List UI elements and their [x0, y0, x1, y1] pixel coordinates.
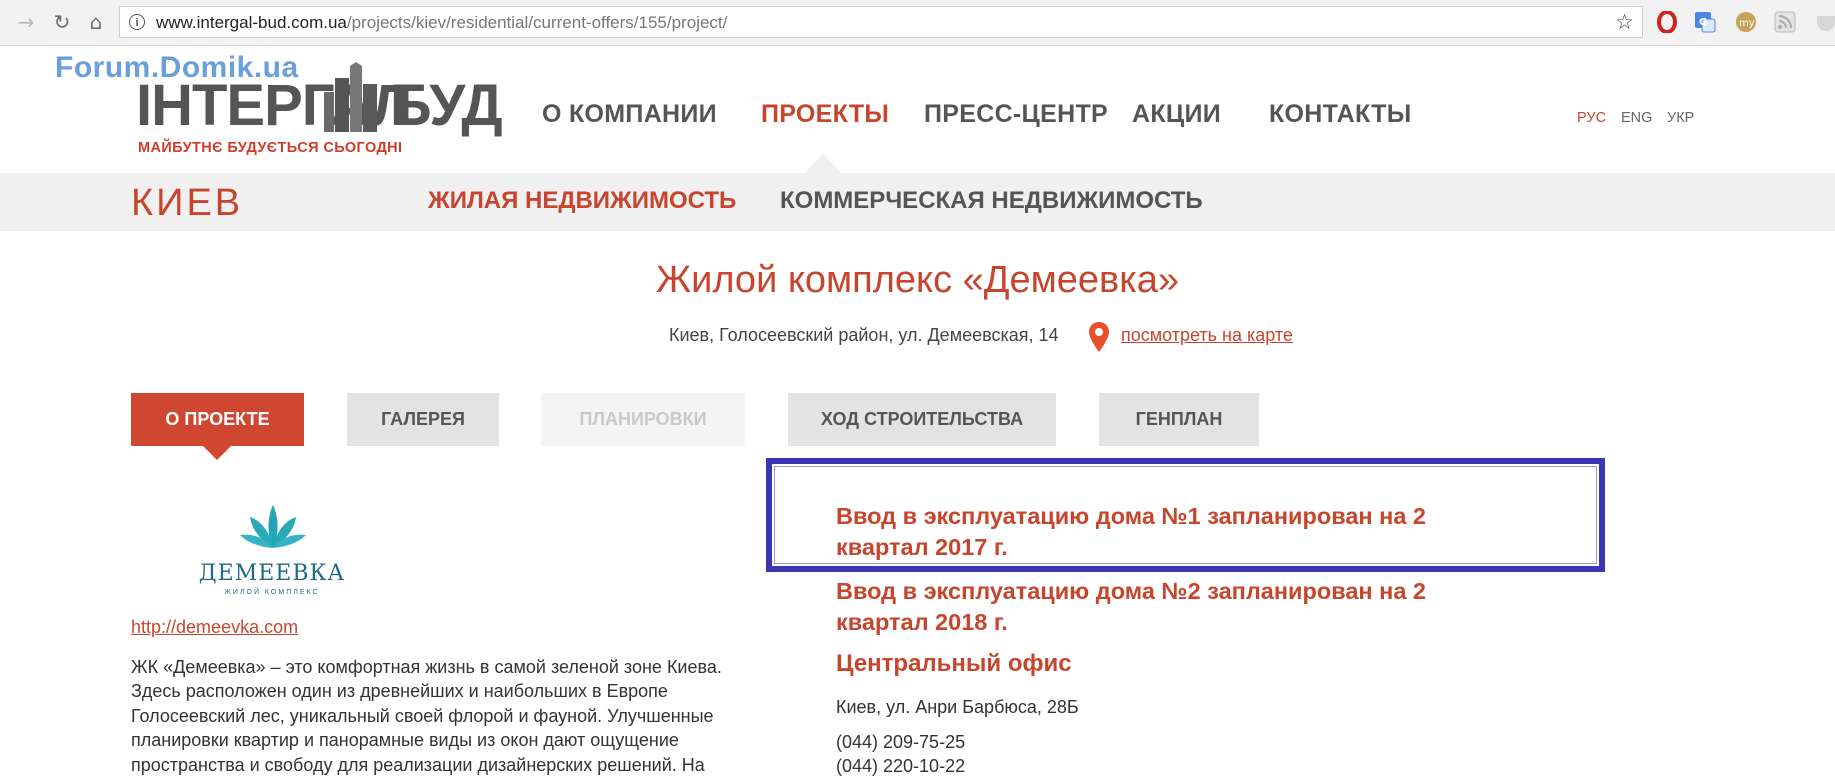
nav-about-company[interactable]: О КОМПАНИИ	[542, 100, 717, 129]
project-website-link[interactable]: http://demeevka.com	[131, 617, 298, 638]
office-phone-2: (044) 220-10-22	[836, 756, 966, 776]
logo-tagline: МАЙБУТНЄ БУДУЄТЬСЯ СЬОГОДНІ	[138, 140, 403, 156]
page-title: Жилой комплекс «Демеевка»	[656, 259, 1179, 301]
lang-rus[interactable]: РУС	[1577, 110, 1606, 126]
svg-text:my: my	[1739, 18, 1755, 29]
mymail-extension-icon[interactable]: my	[1735, 11, 1757, 33]
opera-extension-icon[interactable]	[1656, 10, 1678, 34]
lang-eng[interactable]: ENG	[1621, 110, 1652, 126]
city-title: КИЕВ	[131, 182, 244, 224]
subnav-residential[interactable]: ЖИЛАЯ НЕДВИЖИМОСТЬ	[428, 187, 736, 215]
bookmark-star-icon[interactable]: ☆	[1615, 10, 1634, 34]
logo-buildings-icon	[324, 62, 377, 132]
tab-master-plan[interactable]: ГЕНПЛАН	[1099, 393, 1259, 446]
lang-ukr[interactable]: УКР	[1667, 110, 1694, 126]
svg-text:G: G	[1699, 17, 1707, 28]
logo-word-bud: БУД	[390, 73, 503, 138]
subnav-commercial[interactable]: КОММЕРЧЕСКАЯ НЕДВИЖИМОСТЬ	[780, 187, 1203, 215]
address-bar[interactable]: i www.intergal-bud.com.ua/projects/kiev/…	[119, 6, 1643, 38]
office-title: Центральный офис	[836, 650, 1072, 677]
project-logo-name: ДЕМЕЕВКА	[198, 561, 346, 586]
url-text: www.intergal-bud.com.ua/projects/kiev/re…	[156, 13, 728, 32]
project-description: ЖК «Демеевка» – это комфортная жизнь в с…	[131, 657, 722, 775]
nav-active-pointer	[805, 153, 841, 173]
sub-navigation: КИЕВ ЖИЛАЯ НЕДВИЖИМОСТЬ КОММЕРЧЕСКАЯ НЕД…	[0, 173, 1835, 231]
nav-promotions[interactable]: АКЦИИ	[1132, 100, 1221, 129]
tab-gallery[interactable]: ГАЛЕРЕЯ	[347, 393, 499, 446]
pocket-extension-icon[interactable]	[1815, 11, 1835, 33]
nav-projects[interactable]: ПРОЕКТЫ	[761, 100, 889, 129]
office-phone-1: (044) 209-75-25	[836, 732, 966, 752]
tab-about-project[interactable]: О ПРОЕКТЕ	[131, 393, 304, 446]
tab-construction-progress[interactable]: ХОД СТРОИТЕЛЬСТВА	[788, 393, 1056, 446]
home-icon[interactable]: ⌂	[84, 10, 108, 34]
project-logo-subtitle: ЖИЛОЙ КОМПЛЕКС	[224, 589, 320, 596]
tab-layouts[interactable]: ПЛАНИРОВКИ	[541, 393, 745, 446]
project-logo: ДЕМЕЕВКА ЖИЛОЙ КОМПЛЕКС	[196, 503, 348, 603]
view-on-map-link[interactable]: посмотреть на карте	[1121, 325, 1293, 346]
nav-contacts[interactable]: КОНТАКТЫ	[1269, 100, 1412, 129]
browser-toolbar: → ↻ ⌂ i www.intergal-bud.com.ua/projects…	[0, 0, 1835, 46]
office-address: Киев, ул. Анри Барбюса, 28Б	[836, 697, 1079, 717]
info-icon[interactable]: i	[129, 14, 145, 30]
forward-arrow-icon[interactable]: →	[14, 10, 38, 34]
watermark: Forum.Domik.ua	[55, 51, 299, 84]
rss-extension-icon[interactable]	[1774, 11, 1796, 33]
leaf-logo-icon	[240, 505, 306, 548]
project-address: Киев, Голосеевский район, ул. Демеевская…	[669, 325, 1059, 345]
map-pin-icon	[1089, 322, 1109, 352]
news-item-house-2: Ввод в эксплуатацию дома №2 запланирован…	[836, 578, 1426, 635]
tab-active-pointer	[203, 446, 231, 460]
nav-press-center[interactable]: ПРЕСС-ЦЕНТР	[924, 100, 1108, 129]
translate-extension-icon[interactable]: G	[1694, 11, 1716, 33]
news-item-house-1: Ввод в эксплуатацию дома №1 запланирован…	[836, 503, 1426, 560]
reload-icon[interactable]: ↻	[50, 10, 74, 34]
